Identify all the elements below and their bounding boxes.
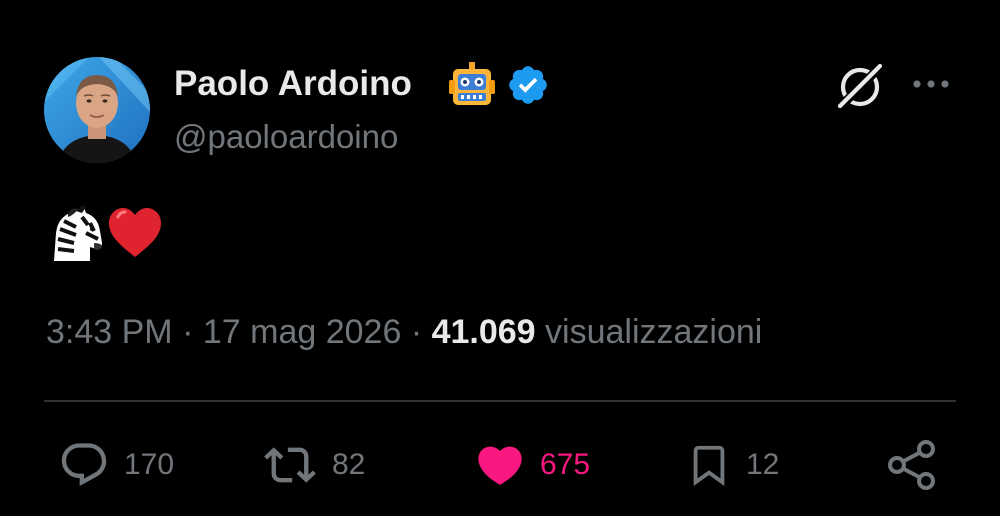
reply-icon [61,443,107,487]
user-handle[interactable]: @paoloardoino [174,115,398,159]
avatar[interactable] [44,57,150,163]
views-label: visualizzazioni [545,313,763,351]
divider [44,400,956,402]
zebra-emoji [46,203,106,279]
retweet-icon [264,447,316,483]
reply-button[interactable]: 170 [58,440,174,490]
grok-icon[interactable] [834,60,886,112]
like-count: 675 [540,448,591,481]
bookmark-button[interactable]: 12 [686,440,779,490]
more-options-icon[interactable] [910,76,952,92]
red-heart-emoji [106,203,164,279]
reply-count: 170 [124,448,175,481]
avatar-image [44,57,150,163]
share-button[interactable] [886,440,940,490]
bookmark-icon [693,445,725,486]
meta-separator: · [182,313,194,351]
tweet-date[interactable]: 17 mag 2026 [203,313,402,351]
like-button[interactable]: 675 [474,440,590,490]
tweet-detail: Paolo Ardoino @paoloardoino 3:43 PM · 17… [0,0,1000,516]
tweet-meta: 3:43 PM · 17 mag 2026 · 41.069 visualizz… [46,310,762,354]
verified-badge-icon[interactable] [506,63,550,107]
views-count[interactable]: 41.069 [432,313,536,351]
robot-face-emoji [449,62,495,105]
meta-separator: · [410,313,423,351]
retweet-button[interactable]: 82 [262,440,365,490]
display-name[interactable]: Paolo Ardoino [174,62,412,106]
retweet-count: 82 [332,448,366,481]
bookmark-count: 12 [746,448,780,481]
heart-icon [478,446,522,485]
share-icon [888,440,935,490]
tweet-text [46,203,164,265]
tweet-time[interactable]: 3:43 PM [46,313,173,351]
